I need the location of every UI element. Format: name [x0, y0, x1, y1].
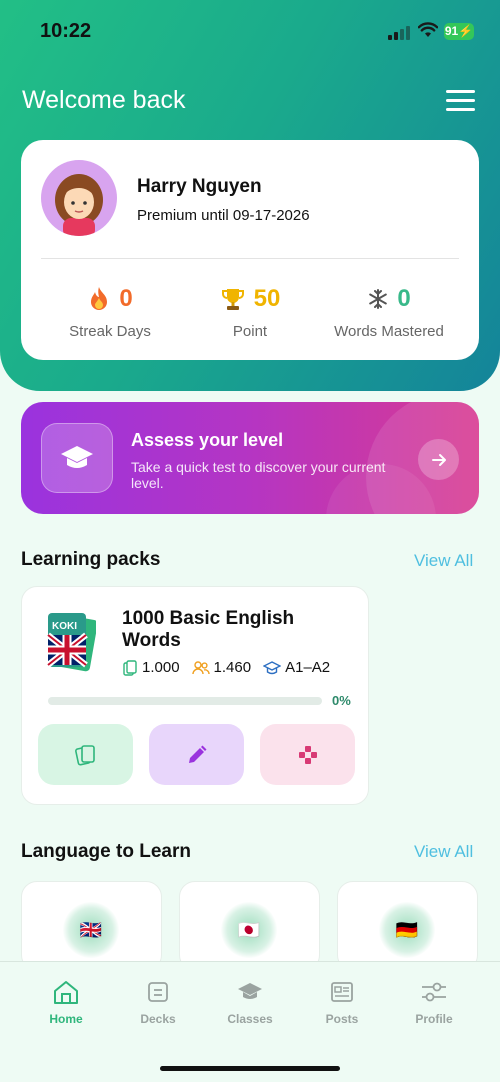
sliders-icon: [422, 982, 446, 1002]
germany-flag-icon: 🇩🇪: [379, 902, 435, 958]
assess-title: Assess your level: [131, 430, 284, 450]
status-time: 10:22: [40, 20, 92, 42]
stat-streak: 0 Streak Days: [35, 283, 185, 340]
tab-posts-label: Posts: [325, 1012, 359, 1026]
fire-icon: [91, 287, 108, 310]
pack-cards-value: 1.000: [142, 659, 180, 676]
cellular-signal-icon: [388, 26, 410, 40]
avatar-girl-icon: [55, 174, 103, 236]
battery-indicator: 91⚡: [444, 23, 474, 40]
tab-profile-label: Profile: [415, 1012, 453, 1026]
pack-level-value: A1–A2: [285, 659, 331, 676]
language-card-english[interactable]: 🇬🇧: [21, 881, 162, 971]
battery-level: 91: [444, 24, 459, 38]
stat-words-mastered: 0 Words Mastered: [314, 283, 464, 340]
pack-progress-bar: [48, 697, 322, 705]
uk-flag-icon: 🇬🇧: [63, 902, 119, 958]
graduation-cap-icon: [41, 423, 113, 493]
language-card-german[interactable]: 🇩🇪: [337, 881, 478, 971]
cards-icon: [123, 659, 137, 676]
tab-classes[interactable]: Classes: [210, 978, 290, 1026]
home-icon: [54, 981, 78, 1004]
words-mastered-value: 0: [397, 285, 411, 312]
pack-logo-text: KOKI: [52, 621, 77, 632]
status-bar: 10:22 91⚡: [0, 0, 500, 64]
users-icon: [191, 660, 210, 674]
streak-value: 0: [119, 285, 133, 312]
languages-title: Language to Learn: [21, 841, 191, 862]
pack-cards-count: 1.000: [122, 659, 180, 676]
graduation-cap-icon: [238, 983, 262, 999]
flashcards-button[interactable]: [38, 724, 133, 785]
bottom-tab-bar: Home Decks Classes Posts Profile: [0, 961, 500, 1082]
avatar[interactable]: [41, 160, 117, 236]
tab-posts[interactable]: Posts: [302, 978, 382, 1026]
graduation-cap-icon: [263, 660, 282, 674]
tab-classes-label: Classes: [227, 1012, 273, 1026]
wifi-icon: [418, 22, 438, 37]
user-name: Harry Nguyen: [137, 176, 262, 197]
pack-logo: KOKI: [46, 611, 98, 673]
japan-flag-icon: 🇯🇵: [221, 902, 277, 958]
languages-view-all-link[interactable]: View All: [414, 842, 473, 862]
game-button[interactable]: [260, 724, 355, 785]
points-value: 50: [253, 285, 281, 312]
profile-card[interactable]: Harry Nguyen Premium until 09-17-2026 0 …: [21, 140, 479, 360]
premium-status: Premium until 09-17-2026: [137, 207, 310, 224]
arrow-right-icon[interactable]: [418, 439, 459, 480]
tab-profile[interactable]: Profile: [394, 978, 474, 1026]
pack-level: A1–A2: [263, 659, 330, 676]
home-indicator: [160, 1066, 340, 1071]
tab-decks[interactable]: Decks: [118, 978, 198, 1026]
language-card-japanese[interactable]: 🇯🇵: [179, 881, 320, 971]
points-label: Point: [232, 323, 268, 340]
flashcards-icon: [74, 744, 95, 766]
tab-home[interactable]: Home: [26, 978, 106, 1026]
decks-icon: [148, 982, 168, 1002]
pack-title: 1000 Basic English Words: [122, 608, 295, 651]
pack-learners-value: 1.460: [213, 659, 252, 676]
tab-home-label: Home: [49, 1012, 83, 1026]
learning-pack-card[interactable]: KOKI 1000 Basic English Words 1.000 1.46…: [21, 586, 369, 805]
assess-subtitle: Take a quick test to discover your curre…: [131, 459, 386, 491]
streak-label: Streak Days: [69, 323, 151, 340]
words-mastered-label: Words Mastered: [334, 323, 444, 340]
divider: [41, 258, 459, 259]
edit-button[interactable]: [149, 724, 244, 785]
pack-meta: 1.000 1.460 A1–A2: [122, 659, 330, 676]
newspaper-icon: [331, 982, 353, 1002]
menu-button[interactable]: [446, 90, 475, 112]
pack-learners-count: 1.460: [191, 659, 252, 676]
pencil-icon: [188, 745, 206, 763]
learning-packs-title: Learning packs: [21, 549, 161, 570]
learning-packs-view-all-link[interactable]: View All: [414, 551, 473, 571]
tab-decks-label: Decks: [140, 1012, 176, 1026]
stat-points: 50 Point: [175, 283, 325, 340]
assess-level-banner[interactable]: Assess your level Take a quick test to d…: [21, 402, 479, 514]
trophy-icon: [221, 289, 244, 310]
snowflake-icon: [369, 289, 388, 309]
gamepad-icon: [298, 745, 317, 764]
pack-progress-percent: 0%: [332, 693, 351, 708]
page-title: Welcome back: [22, 86, 186, 114]
